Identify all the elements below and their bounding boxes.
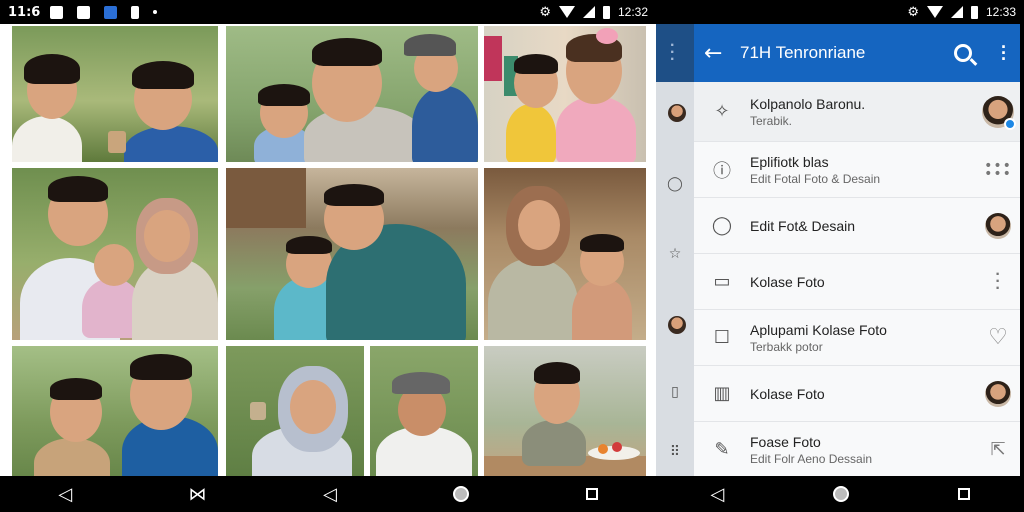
avatar[interactable] xyxy=(985,380,1011,407)
photo-grid xyxy=(0,24,656,476)
page-title: 71H Tenronriane xyxy=(740,43,866,62)
list-item-title: Edit Fot& Desain xyxy=(750,217,856,234)
list-item-title: Foase Foto xyxy=(750,433,821,450)
list-item-subtitle: Edit Fotal Foto & Desain xyxy=(750,171,881,186)
list-item-subtitle: Edit Folr Aeno Dessain xyxy=(750,451,873,466)
avatar xyxy=(668,316,686,334)
more-vert-icon[interactable]: · · · xyxy=(995,267,1000,297)
back-arrow-icon[interactable]: ← xyxy=(704,41,740,66)
list-item[interactable]: ◯ Edit Fot& Desain xyxy=(694,198,1020,254)
gallery-notification-icon xyxy=(50,5,64,19)
star-icon: ☆ xyxy=(668,246,682,262)
list-item-title: Kolpanolo Baronu. xyxy=(750,95,866,112)
list-item[interactable]: ▥ Kolase Foto xyxy=(694,366,1020,422)
background-app-strip: · · · ◯ ☆ ▯ ⠿ xyxy=(656,24,694,476)
photo-tile[interactable] xyxy=(12,26,218,162)
alarm-icon: ⚙ xyxy=(539,4,551,20)
photo-tile[interactable] xyxy=(226,346,364,476)
wifi-icon xyxy=(558,6,575,18)
list-item-title: Aplupami Kolase Foto xyxy=(750,321,887,338)
apps-icon: ⠿ xyxy=(669,444,681,460)
grid-dots-icon[interactable]: ••• ••• xyxy=(984,159,1012,181)
signal-icon xyxy=(582,6,595,18)
app-menu-screen: ⚙ 12:33 · · · ◯ ☆ ▯ ⠿ ← 71H Tenronriane · ·… xyxy=(656,0,1024,512)
chat-icon: ◯ xyxy=(667,176,683,192)
list-item-subtitle: Terbakk potor xyxy=(750,339,823,354)
app-bar: ← 71H Tenronriane · · · xyxy=(694,24,1020,82)
alarm-icon: ⚙ xyxy=(907,4,919,20)
list-item-subtitle: Terabik. xyxy=(750,113,793,128)
back-button-2[interactable]: ◁ xyxy=(323,484,337,505)
status-bar: ⚙ 12:33 xyxy=(656,0,1024,24)
notification-dot-icon xyxy=(153,10,158,14)
wifi-icon xyxy=(926,6,943,18)
battery-icon xyxy=(970,5,978,19)
avatar[interactable] xyxy=(982,95,1016,130)
list-item[interactable]: ✎ Foase Foto Edit Folr Aeno Dessain ⇱ xyxy=(694,422,1020,476)
edit-icon: ✎ xyxy=(714,439,730,460)
list-item[interactable]: ☐ Aplupami Kolase Foto Terbakk potor ♡ xyxy=(694,310,1020,366)
back-button[interactable]: ◁ xyxy=(710,484,724,505)
app-notification-icon xyxy=(77,5,91,19)
list-item[interactable]: ⓘ Eplifiotk blas Edit Fotal Foto & Desai… xyxy=(694,142,1020,198)
info-icon: ⓘ xyxy=(713,160,731,182)
search-icon[interactable] xyxy=(954,44,972,62)
home-button[interactable] xyxy=(453,486,470,502)
list-item-title: Kolase Foto xyxy=(750,385,825,402)
image-icon: ▭ xyxy=(713,271,731,292)
more-vert-icon[interactable]: · · · xyxy=(998,38,1010,68)
share-icon[interactable]: ⇱ xyxy=(990,439,1005,460)
back-button[interactable]: ◁ xyxy=(58,484,72,505)
chat-icon: ◯ xyxy=(711,215,733,236)
chart-icon: ▥ xyxy=(713,383,731,404)
heart-icon[interactable]: ♡ xyxy=(988,325,1008,350)
photo-tile[interactable] xyxy=(226,168,478,340)
photo-tile[interactable] xyxy=(484,346,646,476)
verified-badge-icon xyxy=(1004,117,1016,130)
photo-tile[interactable] xyxy=(12,168,218,340)
photo-tile[interactable] xyxy=(370,346,478,476)
list-item[interactable]: ▭ Kolase Foto · · · xyxy=(694,254,1020,310)
photo-tile[interactable] xyxy=(484,168,646,340)
status-time: 11:6 xyxy=(8,4,41,20)
bowtie-icon[interactable]: ⋈ xyxy=(189,484,207,505)
gallery-screen: 11:6 ⚙ 12:32 ◁ ⋈ ◁ xyxy=(0,0,656,512)
avatar xyxy=(668,104,686,122)
photo-tile[interactable] xyxy=(226,26,478,162)
list-item-title: Eplifiotk blas xyxy=(750,153,829,170)
navigation-bar: ◁ xyxy=(656,476,1024,512)
signal-icon xyxy=(950,6,963,18)
status-clock: 12:32 xyxy=(617,5,648,19)
battery-saver-icon xyxy=(131,5,140,19)
recents-button[interactable] xyxy=(585,488,598,500)
navigation-bar: ◁ ⋈ ◁ xyxy=(0,476,656,512)
photo-tile[interactable] xyxy=(12,346,218,476)
magic-wand-icon: ✧ xyxy=(714,101,730,122)
strip-header: · · · xyxy=(656,24,694,82)
list-item-title: Kolase Foto xyxy=(750,273,825,290)
more-icon: · · · xyxy=(670,37,676,68)
list-item[interactable]: ✧ Kolpanolo Baronu. Terabik. xyxy=(694,82,1020,142)
status-bar: 11:6 ⚙ 12:32 xyxy=(0,0,656,24)
menu-list: ✧ Kolpanolo Baronu. Terabik. ⓘ Eplifiotk… xyxy=(694,82,1020,476)
status-clock: 12:33 xyxy=(985,5,1016,19)
menu-panel: ← 71H Tenronriane · · · ✧ Kolpanolo Baronu… xyxy=(694,24,1020,476)
avatar[interactable] xyxy=(985,212,1011,239)
square-icon: ☐ xyxy=(713,327,731,348)
battery-icon xyxy=(602,5,610,19)
photo-tile[interactable] xyxy=(484,26,646,162)
home-button[interactable] xyxy=(832,486,849,502)
recents-button[interactable] xyxy=(957,488,970,500)
shield-icon xyxy=(104,5,118,19)
book-icon: ▯ xyxy=(671,384,679,400)
